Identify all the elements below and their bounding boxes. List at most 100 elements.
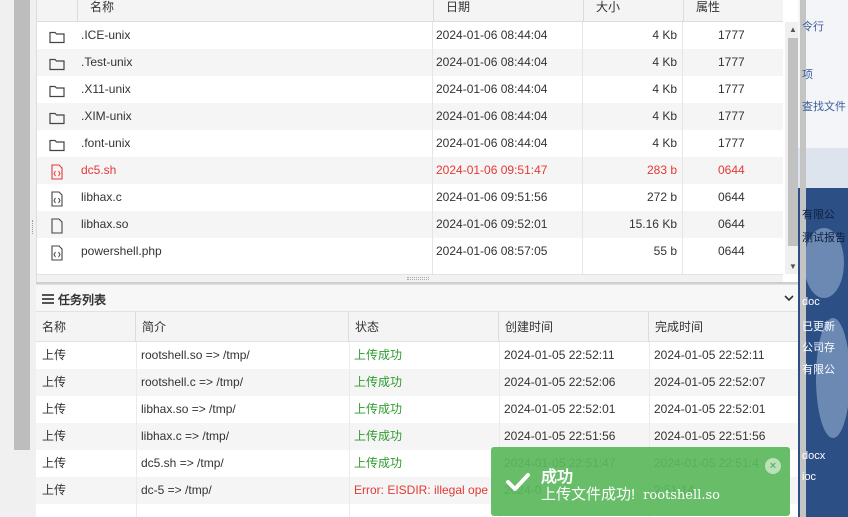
file-date: 2024-01-06 09:51:56	[436, 190, 548, 204]
file-row[interactable]: dc5.sh 2024-01-06 09:51:47 283 b 0644	[37, 157, 783, 184]
file-date: 2024-01-06 08:57:05	[436, 244, 548, 258]
file-perm: 0644	[718, 190, 745, 204]
file-date: 2024-01-06 08:44:04	[436, 55, 548, 69]
task-status: Error: EISDIR: illegal ope	[354, 483, 489, 497]
task-table-header: 名称 简介 状态 创建时间 完成时间	[36, 312, 800, 342]
file-size: 4 Kb	[652, 109, 677, 123]
task-row[interactable]: 上传 rootshell.c => /tmp/上传成功 2024-01-05 22:…	[36, 369, 800, 396]
file-size: 283 b	[646, 163, 677, 177]
file-row[interactable]: .font-unix 2024-01-06 08:44:04 4 Kb 1777	[37, 130, 783, 157]
file-perm: 1777	[718, 82, 745, 96]
folder-icon	[49, 28, 65, 44]
file-name[interactable]: libhax.so	[81, 211, 128, 238]
header-size[interactable]: 大小	[583, 0, 683, 22]
chevron-down-icon[interactable]	[784, 293, 794, 303]
task-header-status[interactable]: 状态	[349, 312, 499, 342]
file-size: 4 Kb	[652, 82, 677, 96]
file-perm: 1777	[718, 55, 745, 69]
file-perm: 1777	[718, 28, 745, 42]
task-desc: dc5.sh => /tmp/	[141, 456, 224, 470]
resize-handle[interactable]	[32, 220, 35, 234]
file-row[interactable]: powershell.php 2024-01-06 08:57:05 55 b 064…	[37, 238, 783, 265]
background-text: 项	[802, 69, 813, 81]
header-name[interactable]: 名称	[77, 0, 433, 22]
file-date: 2024-01-06 08:44:04	[436, 109, 548, 123]
panel-splitter[interactable]	[37, 274, 783, 282]
file-perm: 0644	[718, 217, 745, 231]
code-file-icon	[49, 244, 65, 261]
file-row[interactable]: libhax.so 2024-01-06 09:52:01 15.16 Kb 0644	[37, 211, 783, 238]
file-name[interactable]: .Test-unix	[81, 49, 132, 76]
background-text: 公司存	[802, 342, 835, 354]
file-name[interactable]: libhax.c	[81, 184, 122, 211]
file-row[interactable]: .Test-unix 2024-01-06 08:44:04 4 Kb 1777	[37, 49, 783, 76]
file-row[interactable]: .XIM-unix 2024-01-06 08:44:04 4 Kb 1777	[37, 103, 783, 130]
file-perm: 1777	[718, 136, 745, 150]
file-size: 272 b	[646, 190, 677, 204]
scroll-down-icon[interactable]: ▼	[789, 263, 797, 271]
task-header-desc[interactable]: 简介	[136, 312, 349, 342]
task-row[interactable]: 上传 libhax.c => /tmp/上传成功 2024-01-05 22:51:…	[36, 423, 800, 450]
file-perm: 1777	[718, 109, 745, 123]
code-file-icon	[49, 163, 65, 180]
task-header-name[interactable]: 名称	[36, 312, 136, 342]
task-type: 上传	[42, 483, 67, 497]
column-divider	[136, 342, 137, 517]
background-text: 令行	[802, 21, 824, 33]
task-header-created[interactable]: 创建时间	[499, 312, 649, 342]
file-name[interactable]: powershell.php	[81, 238, 162, 265]
file-name[interactable]: .X11-unix	[81, 76, 131, 103]
file-row[interactable]: libhax.c 2024-01-06 09:51:56 272 b 0644	[37, 184, 783, 211]
background-text: docx	[802, 450, 826, 462]
file-row[interactable]: .X11-unix 2024-01-06 08:44:04 4 Kb 1777	[37, 76, 783, 103]
file-name[interactable]: .ICE-unix	[81, 22, 130, 49]
background-text: 测试报告	[802, 232, 846, 244]
splitter-grip[interactable]	[407, 277, 429, 280]
file-name[interactable]: .font-unix	[81, 130, 130, 157]
task-row[interactable]: 上传 libhax.so => /tmp/上传成功 2024-01-05 22:52…	[36, 396, 800, 423]
task-finished: 2024-01-05 22:52:11	[654, 348, 765, 362]
task-created: 2024-01-05 22:52:01	[504, 402, 616, 416]
file-date: 2024-01-06 09:52:01	[436, 217, 548, 231]
task-finished: 2024-01-05 22:52:01	[654, 402, 766, 416]
file-name[interactable]: .XIM-unix	[81, 103, 132, 130]
file-date: 2024-01-06 09:51:47	[436, 163, 548, 177]
file-table-header: 名称 日期 大小 属性	[37, 0, 783, 22]
task-created: 2024-01-05 22:52:11	[504, 348, 615, 362]
folder-icon	[49, 136, 65, 152]
success-toast: 成功 上传文件成功! rootshell.so ×	[491, 447, 790, 516]
left-scrollbar[interactable]	[14, 0, 30, 450]
scrollbar-thumb[interactable]	[788, 38, 798, 246]
file-size: 4 Kb	[652, 136, 677, 150]
close-icon[interactable]: ×	[765, 458, 781, 474]
task-created: 2024-01-05 22:52:06	[504, 375, 616, 389]
file-rows: .ICE-unix 2024-01-06 08:44:04 4 Kb 1777 .Tes…	[37, 22, 783, 282]
file-size: 15.16 Kb	[628, 217, 677, 231]
task-finished: 2024-01-05 22:52:07	[654, 375, 766, 389]
background-text: 有限公	[802, 364, 835, 376]
folder-icon	[49, 109, 65, 125]
task-desc: rootshell.so => /tmp/	[141, 348, 250, 362]
scroll-up-icon[interactable]: ▲	[789, 26, 797, 34]
header-date[interactable]: 日期	[433, 0, 583, 22]
task-panel-titlebar[interactable]: 任务列表	[36, 284, 800, 312]
task-desc: libhax.c => /tmp/	[141, 429, 230, 443]
column-divider	[582, 22, 583, 282]
task-status: 上传成功	[354, 348, 403, 362]
file-perm: 0644	[718, 244, 745, 258]
task-type: 上传	[42, 348, 67, 362]
file-size: 4 Kb	[652, 28, 677, 42]
header-attr[interactable]: 属性	[683, 0, 783, 22]
task-type: 上传	[42, 402, 67, 416]
file-name[interactable]: dc5.sh	[81, 157, 116, 184]
task-type: 上传	[42, 429, 67, 443]
task-header-finished[interactable]: 完成时间	[649, 312, 800, 342]
background-window: 令行项查找文件 有限公 测试报告 doc 已更新 公司存 有限公 docx ioc	[798, 0, 848, 517]
folder-icon	[49, 82, 65, 98]
toast-filename: rootshell.so	[643, 488, 720, 503]
file-row[interactable]: .ICE-unix 2024-01-06 08:44:04 4 Kb 1777	[37, 22, 783, 49]
task-row[interactable]: 上传 rootshell.so => /tmp/上传成功 2024-01-05 22…	[36, 342, 800, 369]
task-status: 上传成功	[354, 456, 403, 470]
list-icon	[42, 294, 54, 304]
column-divider	[682, 22, 683, 282]
